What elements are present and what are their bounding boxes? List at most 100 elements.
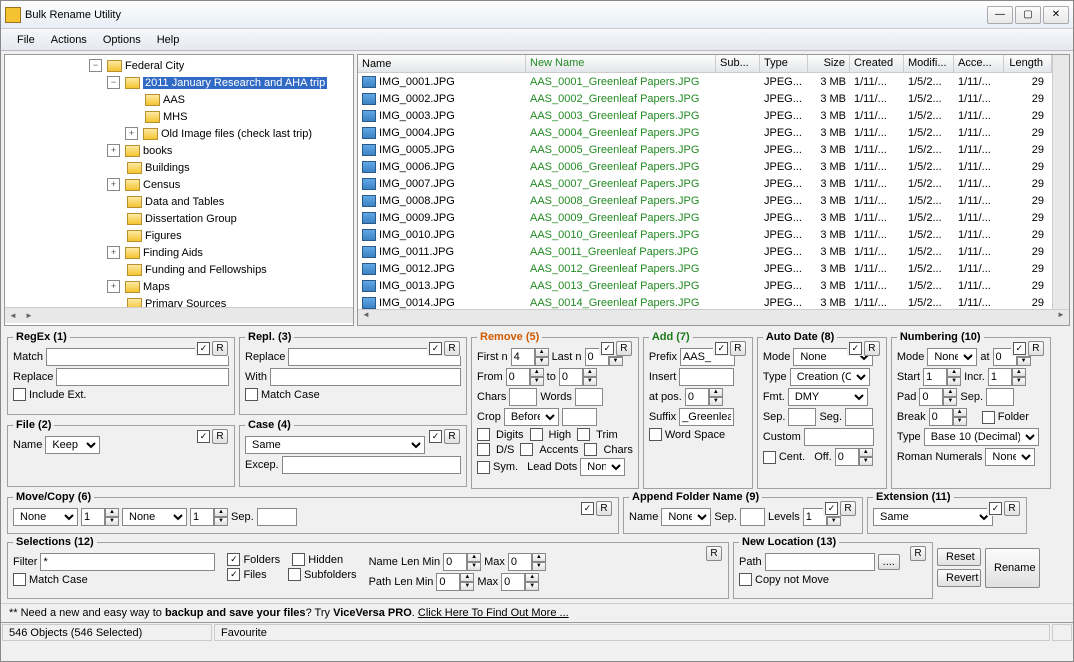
tree-item[interactable]: +Old Image files (check last trip) <box>7 125 351 142</box>
insert-input[interactable] <box>679 368 734 386</box>
digits-cb[interactable] <box>477 428 490 441</box>
tree-item[interactable]: MHS <box>7 108 351 125</box>
tree-item[interactable]: Funding and Fellowships <box>7 261 351 278</box>
num-start-input[interactable] <box>923 368 947 386</box>
ad-fmt-select[interactable]: DMY <box>788 388 868 406</box>
atpos-input[interactable] <box>685 388 709 406</box>
trim-cb[interactable] <box>577 428 590 441</box>
chars-input[interactable] <box>509 388 537 406</box>
promo-link[interactable]: Click Here To Find Out More ... <box>418 607 569 619</box>
num-mode-select[interactable]: None <box>927 348 977 366</box>
file-reset[interactable]: R <box>212 429 228 444</box>
tree-item[interactable]: +Maps <box>7 278 351 295</box>
tree-item[interactable]: Dissertation Group <box>7 210 351 227</box>
file-row[interactable]: IMG_0011.JPGAAS_0011_Greenleaf Papers.JP… <box>358 243 1052 260</box>
mc-spin2[interactable] <box>190 508 214 526</box>
ad-sep-input[interactable] <box>788 408 816 426</box>
num-break-input[interactable] <box>929 408 953 426</box>
tree-item[interactable]: Primary Sources <box>7 295 351 307</box>
mc-spin1[interactable] <box>81 508 105 526</box>
ds-cb[interactable] <box>477 443 490 456</box>
file-row[interactable]: IMG_0014.JPGAAS_0014_Greenleaf Papers.JP… <box>358 294 1052 309</box>
file-row[interactable]: IMG_0001.JPGAAS_0001_Greenleaf Papers.JP… <box>358 73 1052 90</box>
repl-matchcase-cb[interactable] <box>245 388 258 401</box>
browse-button[interactable]: .... <box>878 554 900 570</box>
expander-icon[interactable]: + <box>125 127 138 140</box>
num-pad-input[interactable] <box>919 388 943 406</box>
file-row[interactable]: IMG_0003.JPGAAS_0003_Greenleaf Papers.JP… <box>358 107 1052 124</box>
expander-icon[interactable]: − <box>89 59 102 72</box>
num-sep-input[interactable] <box>986 388 1014 406</box>
case-enable-cb[interactable]: ✓ <box>429 430 442 443</box>
wordspace-cb[interactable] <box>649 428 662 441</box>
remove-reset[interactable]: R <box>616 341 632 356</box>
file-row[interactable]: IMG_0002.JPGAAS_0002_Greenleaf Papers.JP… <box>358 90 1052 107</box>
plm-input[interactable] <box>436 573 460 591</box>
file-row[interactable]: IMG_0008.JPGAAS_0008_Greenleaf Papers.JP… <box>358 192 1052 209</box>
column-header[interactable]: Type <box>760 55 808 72</box>
to-input[interactable] <box>559 368 583 386</box>
list-hscroll[interactable]: ◄ ► <box>358 309 1069 325</box>
sym-cb[interactable] <box>477 461 490 474</box>
mc-enable-cb[interactable]: ✓ <box>581 502 594 515</box>
ad-type-select[interactable]: Creation (Cur <box>790 368 870 386</box>
af-enable-cb[interactable]: ✓ <box>825 502 838 515</box>
autodate-reset[interactable]: R <box>864 341 880 356</box>
tree-item[interactable]: AAS <box>7 91 351 108</box>
af-reset[interactable]: R <box>840 501 856 516</box>
nlm-input[interactable] <box>443 553 467 571</box>
num-reset[interactable]: R <box>1028 341 1044 356</box>
list-vscroll[interactable] <box>1052 55 1069 309</box>
remove-enable-cb[interactable]: ✓ <box>601 342 614 355</box>
high-cb[interactable] <box>530 428 543 441</box>
column-header[interactable]: Name <box>358 55 526 72</box>
menu-file[interactable]: File <box>9 32 43 48</box>
accents-cb[interactable] <box>520 443 533 456</box>
regex-incext-cb[interactable] <box>13 388 26 401</box>
menu-actions[interactable]: Actions <box>43 32 95 48</box>
column-header[interactable]: Size <box>808 55 850 72</box>
regex-reset[interactable]: R <box>212 341 228 356</box>
subfolders-cb[interactable] <box>288 568 301 581</box>
chars2-cb[interactable] <box>584 443 597 456</box>
revert-button[interactable]: Revert <box>937 569 981 587</box>
column-header[interactable]: New Name <box>526 55 716 72</box>
num-enable-cb[interactable]: ✓ <box>1013 342 1026 355</box>
words-input[interactable] <box>575 388 603 406</box>
menu-options[interactable]: Options <box>95 32 149 48</box>
suffix-input[interactable] <box>679 408 734 426</box>
tree-item[interactable]: Figures <box>7 227 351 244</box>
tree-item[interactable]: +books <box>7 142 351 159</box>
nlmax-input[interactable] <box>508 553 532 571</box>
reset-button[interactable]: Reset <box>937 548 981 566</box>
crop-input[interactable] <box>562 408 597 426</box>
hidden-cb[interactable] <box>292 553 305 566</box>
af-sep-input[interactable] <box>740 508 765 526</box>
folder-cb[interactable] <box>982 411 995 424</box>
maximize-button[interactable]: ▢ <box>1015 6 1041 24</box>
add-enable-cb[interactable]: ✓ <box>715 342 728 355</box>
sel-reset[interactable]: R <box>706 546 722 561</box>
case-select[interactable]: Same <box>245 436 425 454</box>
crop-select[interactable]: Before <box>504 408 559 426</box>
expander-icon[interactable]: − <box>107 76 120 89</box>
file-name-select[interactable]: Keep <box>45 436 100 454</box>
af-name-select[interactable]: None <box>661 508 711 526</box>
column-header[interactable]: Modifi... <box>904 55 954 72</box>
leaddots-select[interactable]: Non <box>580 458 625 476</box>
tree-item[interactable]: Buildings <box>7 159 351 176</box>
file-row[interactable]: IMG_0012.JPGAAS_0012_Greenleaf Papers.JP… <box>358 260 1052 277</box>
column-header[interactable]: Created <box>850 55 904 72</box>
tree-item[interactable]: +Census <box>7 176 351 193</box>
mc-sep-input[interactable] <box>257 508 297 526</box>
file-row[interactable]: IMG_0007.JPGAAS_0007_Greenleaf Papers.JP… <box>358 175 1052 192</box>
ad-seg-input[interactable] <box>845 408 873 426</box>
from-input[interactable] <box>506 368 530 386</box>
plmax-input[interactable] <box>501 573 525 591</box>
autodate-enable-cb[interactable]: ✓ <box>849 342 862 355</box>
off-input[interactable] <box>835 448 859 466</box>
repl-enable-cb[interactable]: ✓ <box>429 342 442 355</box>
expander-icon[interactable]: + <box>107 144 120 157</box>
mc-select1[interactable]: None <box>13 508 78 526</box>
repl-reset[interactable]: R <box>444 341 460 356</box>
